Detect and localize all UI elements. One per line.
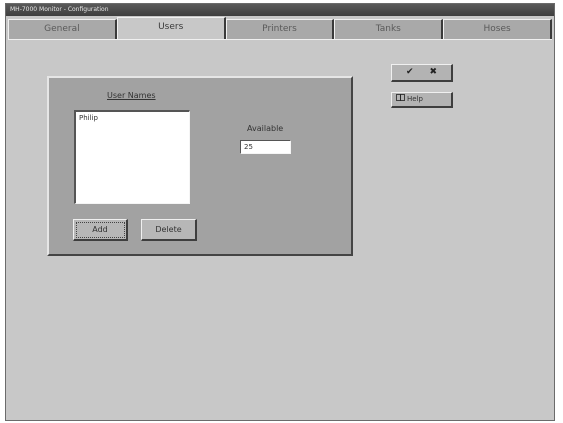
- ok-cancel-button[interactable]: ✔ ✖: [391, 64, 453, 82]
- help-book-icon-svg: [396, 93, 405, 101]
- tab-bar: General Users Printers Tanks Hoses: [8, 17, 552, 39]
- checkmark-icon[interactable]: ✔: [406, 66, 414, 79]
- window-title: MH-7000 Monitor - Configuration: [6, 4, 554, 16]
- tab-users[interactable]: Users: [116, 17, 226, 39]
- user-names-label: User Names: [107, 91, 156, 100]
- help-label: Help: [407, 95, 423, 103]
- tab-general[interactable]: General: [8, 19, 117, 39]
- configuration-window: MH-7000 Monitor - Configuration General …: [5, 3, 555, 421]
- list-item[interactable]: Philip: [76, 112, 189, 125]
- users-panel: User Names Philip Available Add Delete: [47, 76, 353, 256]
- available-field[interactable]: [240, 140, 291, 154]
- tab-hoses[interactable]: Hoses: [443, 19, 552, 39]
- tab-tanks[interactable]: Tanks: [334, 19, 444, 39]
- delete-user-button[interactable]: Delete: [141, 219, 197, 241]
- x-icon[interactable]: ✖: [429, 66, 437, 79]
- help-button[interactable]: Help: [391, 92, 453, 108]
- user-names-listbox[interactable]: Philip: [74, 110, 190, 204]
- available-label: Available: [247, 124, 284, 133]
- tab-divider: [8, 39, 552, 40]
- tab-printers[interactable]: Printers: [225, 19, 335, 39]
- help-book-icon: [396, 93, 405, 107]
- add-user-button[interactable]: Add: [73, 219, 128, 241]
